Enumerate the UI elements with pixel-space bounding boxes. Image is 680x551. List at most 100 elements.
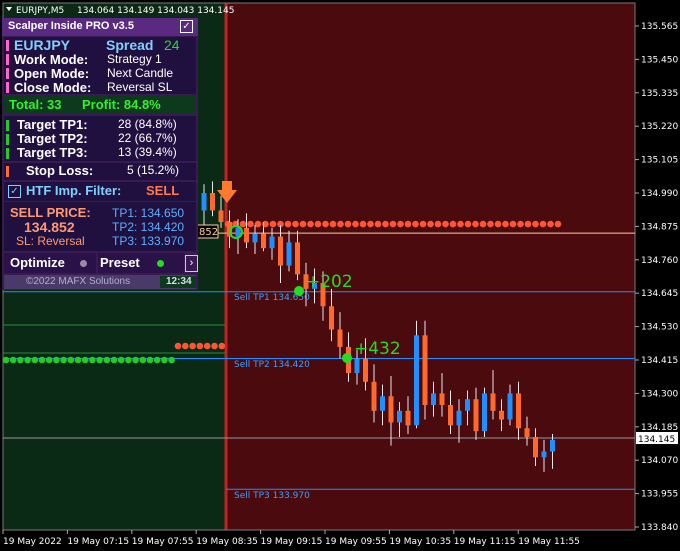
buy-signal-dot bbox=[67, 356, 75, 364]
htf-filter-value: SELL bbox=[146, 183, 180, 198]
price-label: 135.105 bbox=[641, 156, 678, 166]
candle-body bbox=[465, 399, 470, 411]
sell-signal-dot bbox=[434, 220, 442, 228]
red-zone bbox=[226, 3, 635, 530]
total-trades: Total: 33 bbox=[9, 97, 62, 112]
candle-body bbox=[337, 329, 343, 347]
price-label: 135.220 bbox=[641, 122, 678, 132]
sell-signal-dot bbox=[442, 220, 449, 228]
candle-body bbox=[388, 396, 394, 423]
target-tp1-value: 28 (84.8%) bbox=[118, 117, 177, 131]
close-mode-value: Reversal SL bbox=[107, 80, 173, 94]
price-label: 133.840 bbox=[641, 523, 678, 533]
preset-label: Preset bbox=[100, 255, 140, 270]
stop-loss-label: Stop Loss: bbox=[26, 163, 94, 178]
copyright-text: ©2022 MAFX Solutions bbox=[26, 276, 131, 287]
buy-signal-dot bbox=[60, 356, 67, 364]
candle-body bbox=[499, 410, 504, 420]
target-tp3-label: Target TP3: bbox=[17, 145, 88, 160]
optimize-label: Optimize bbox=[10, 255, 65, 270]
time-label: 19 May 07:15 bbox=[67, 537, 129, 547]
candle-body bbox=[397, 410, 402, 423]
expand-arrow-icon[interactable]: › bbox=[185, 255, 198, 272]
price-label: 134.990 bbox=[641, 189, 678, 199]
stop-loss-value: 5 (15.2%) bbox=[127, 163, 180, 177]
price-label: 135.565 bbox=[641, 22, 678, 32]
sell-price-label: SELL PRICE: bbox=[10, 205, 91, 220]
symbol-label: EURJPY bbox=[14, 37, 71, 53]
sell-signal-dot bbox=[554, 220, 562, 228]
sell-signal-dot bbox=[547, 220, 554, 228]
target-tp2-marker bbox=[6, 134, 9, 145]
target-tp3-marker bbox=[6, 148, 9, 159]
tp2-hit-marker bbox=[342, 353, 352, 363]
sl-mode-text: SL: Reversal bbox=[16, 234, 85, 248]
sell-signal-dot bbox=[299, 220, 307, 228]
candle-body bbox=[329, 306, 334, 330]
price-label: 134.530 bbox=[641, 323, 678, 333]
buy-signal-dot bbox=[139, 356, 147, 364]
sell-signal-dots bbox=[224, 220, 562, 228]
price-label: 134.760 bbox=[641, 256, 678, 266]
sell-signal-dot bbox=[344, 220, 352, 228]
time-label: 19 May 11:55 bbox=[518, 537, 580, 547]
buy-signal-dot bbox=[153, 356, 161, 364]
candle-body bbox=[261, 233, 266, 249]
tp2-line-label: Sell TP2 134.420 bbox=[234, 360, 310, 370]
candle-body bbox=[286, 242, 292, 266]
sell-signal-dot bbox=[174, 342, 182, 350]
buy-signal-dot bbox=[117, 356, 125, 364]
candle-body bbox=[439, 393, 445, 406]
candle-body bbox=[269, 236, 275, 249]
sell-signal-dot bbox=[427, 220, 434, 228]
work-mode-label: Work Mode: bbox=[14, 52, 89, 67]
current-price-tag-text: 134.145 bbox=[638, 435, 675, 445]
candle-body bbox=[278, 236, 283, 266]
sell-signal-dot bbox=[292, 220, 299, 228]
target-tp1-label: Target TP1: bbox=[17, 117, 88, 132]
sell-signal-dot bbox=[203, 342, 211, 350]
sell-signal-dot bbox=[382, 220, 389, 228]
spread-label: Spread bbox=[106, 37, 154, 53]
tp1-hit-marker bbox=[294, 286, 304, 296]
target-tp2-label: Target TP2: bbox=[17, 131, 88, 146]
stop-loss-marker bbox=[6, 166, 9, 177]
target-tp3-value: 13 (39.4%) bbox=[118, 145, 177, 159]
candle-body bbox=[541, 451, 547, 458]
tp3-value: TP3: 133.970 bbox=[112, 234, 185, 248]
sell-signal-dot bbox=[464, 220, 472, 228]
sell-signal-dot bbox=[502, 220, 509, 228]
buy-signal-dot bbox=[103, 356, 111, 364]
price-label: 135.450 bbox=[641, 55, 678, 65]
sell-signal-dot bbox=[412, 220, 419, 228]
buy-signal-dot bbox=[132, 356, 139, 364]
buy-signal-dot bbox=[125, 356, 132, 364]
htf-checkbox-icon[interactable]: ✓ bbox=[8, 185, 21, 198]
price-label: 134.415 bbox=[641, 356, 678, 366]
time-label: 19 May 07:55 bbox=[132, 537, 194, 547]
tp2-value: TP2: 134.420 bbox=[112, 220, 185, 234]
info-marker-2 bbox=[6, 54, 9, 65]
sell-signal-dot bbox=[196, 342, 204, 350]
candle-body bbox=[533, 436, 538, 458]
entry-price-tag-text: 852 bbox=[199, 227, 218, 238]
candle-body bbox=[490, 393, 496, 411]
sell-signal-dot bbox=[189, 342, 196, 350]
sell-signal-dot bbox=[211, 342, 218, 350]
candle-body bbox=[550, 439, 555, 452]
panel-title: Scalper Inside PRO v3.5 bbox=[8, 20, 134, 32]
sell-signal-dot bbox=[404, 220, 412, 228]
candle-body bbox=[363, 358, 368, 382]
sell-signal-dot bbox=[494, 220, 502, 228]
sell-signal-dot bbox=[307, 220, 314, 228]
time-label: 19 May 08:35 bbox=[196, 537, 258, 547]
panel-close-checkbox-icon[interactable]: ✓ bbox=[180, 20, 193, 33]
candle-body bbox=[371, 381, 377, 411]
sell-signal-dot bbox=[182, 342, 189, 350]
price-label: 134.185 bbox=[641, 423, 678, 433]
sell-signal-dot bbox=[284, 220, 292, 228]
sell-price-value: 134.852 bbox=[24, 219, 75, 235]
clock-text: 12:34 bbox=[166, 276, 192, 287]
sell-signal-dot bbox=[329, 220, 337, 228]
sell-signal-dot bbox=[254, 220, 262, 228]
